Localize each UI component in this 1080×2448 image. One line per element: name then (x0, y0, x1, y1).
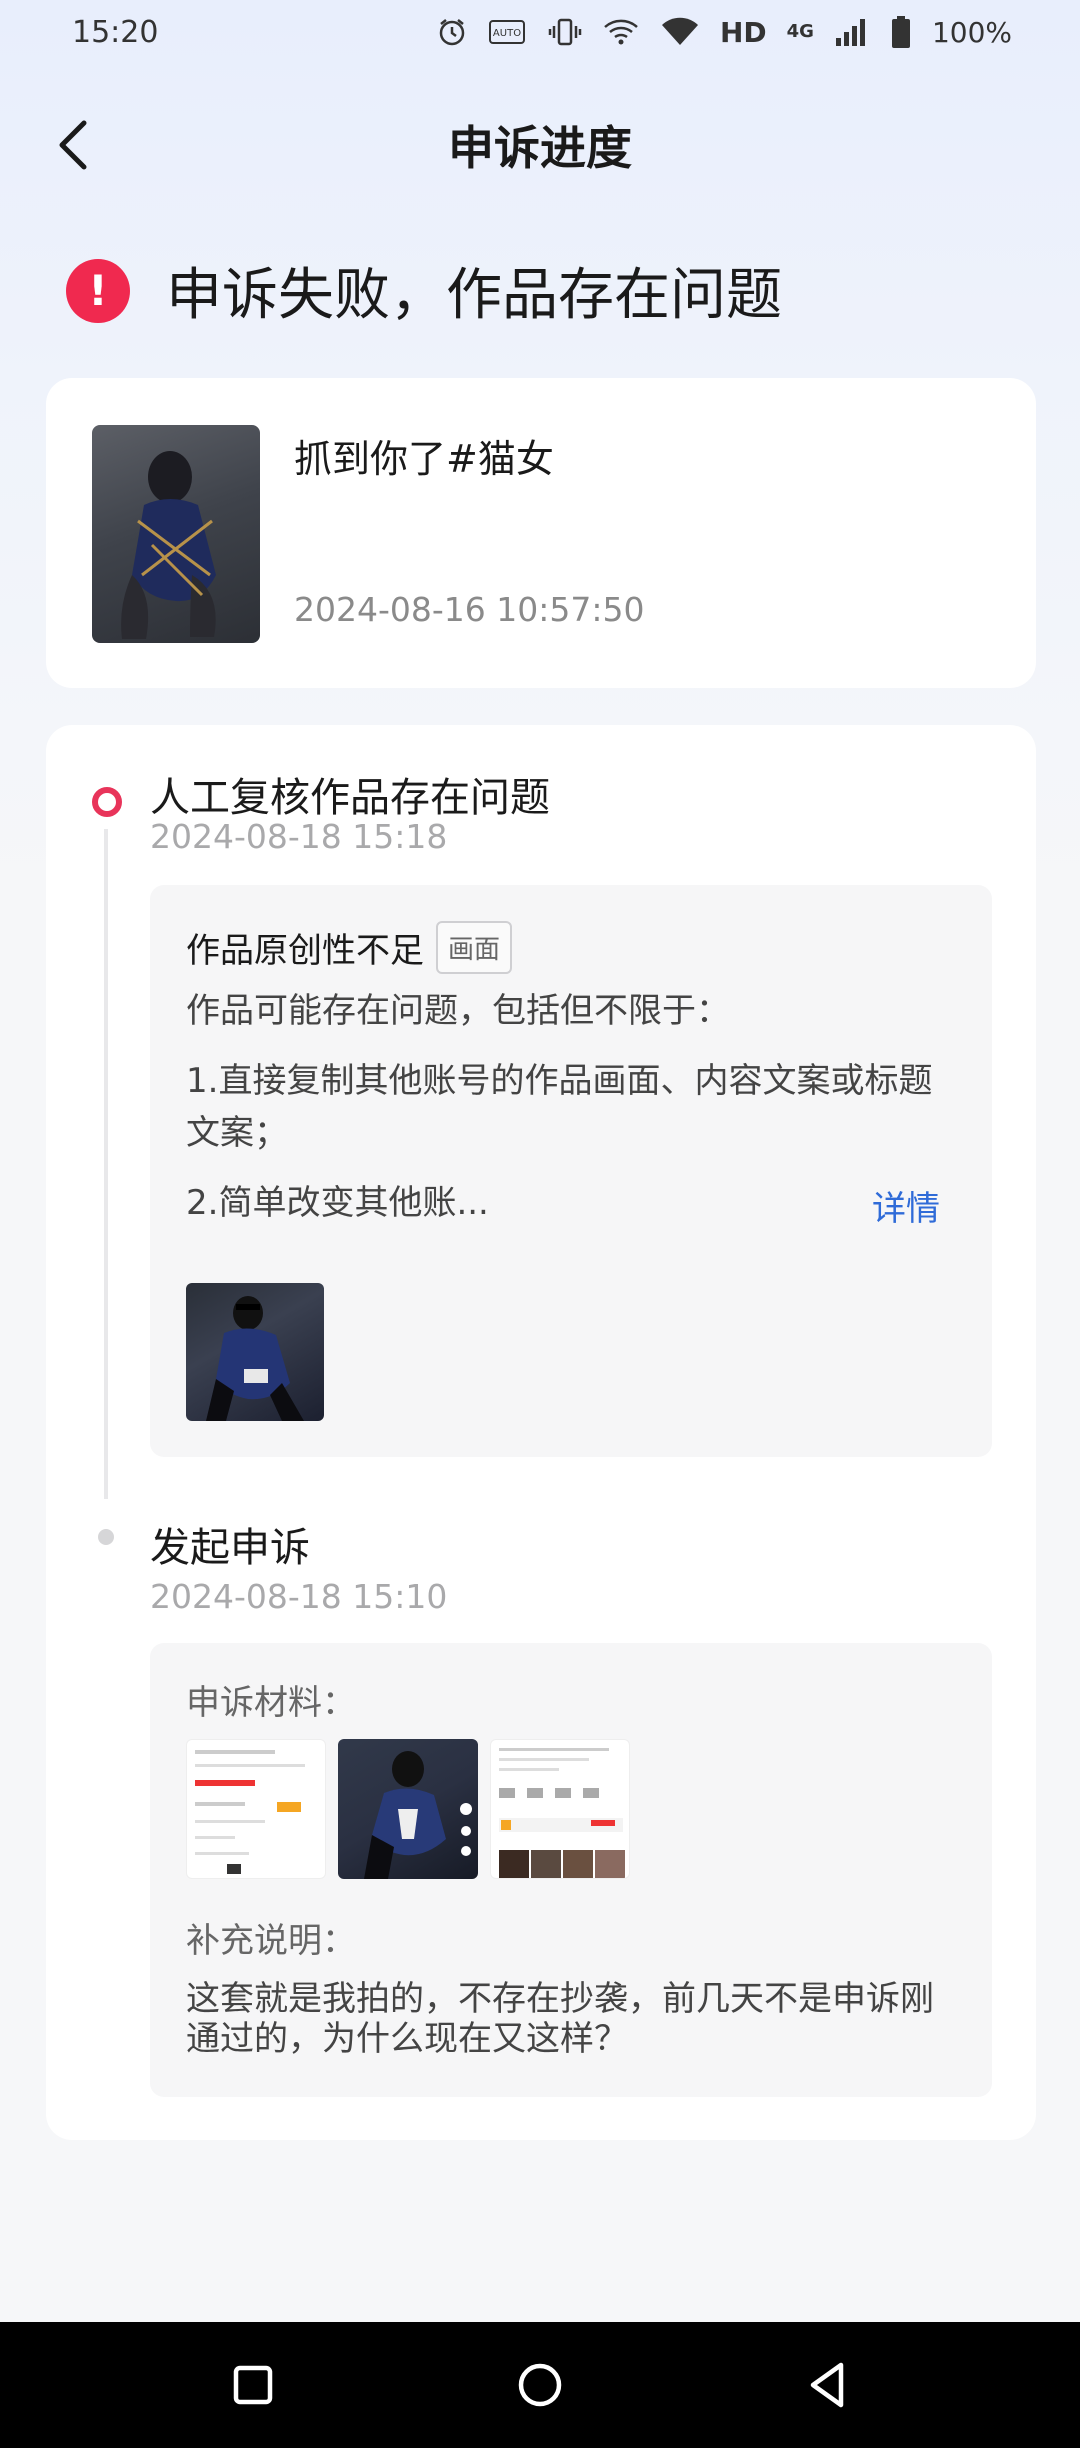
reason-intro: 作品可能存在问题，包括但不限于： (186, 991, 730, 1031)
timeline-card: 人工复核作品存在问题 2024-08-18 15:18 作品原创性不足 画面 作… (46, 725, 1036, 2140)
home-button[interactable] (500, 2345, 580, 2425)
appeal-material-image-1[interactable] (186, 1739, 326, 1879)
signal-icon (834, 16, 870, 48)
timeline-dot-active (92, 787, 122, 817)
reason-tag: 画面 (436, 921, 513, 974)
timeline-dot-inactive (98, 1529, 114, 1545)
appeal-materials (186, 1739, 630, 1879)
result-title: 申诉失败，作品存在问题 (166, 263, 782, 328)
appeal-step-title: 发起申诉 (150, 1525, 310, 1571)
circle-icon (518, 2363, 562, 2407)
back-nav-button[interactable] (787, 2345, 867, 2425)
network-label: 4G (786, 21, 814, 42)
appeal-note-label: 补充说明： (186, 1921, 356, 1961)
work-thumbnail[interactable] (92, 425, 260, 643)
battery-percent: 100% (931, 15, 1012, 49)
reason-title-row: 作品原创性不足 画面 (186, 921, 513, 974)
review-step-date: 2024-08-18 15:18 (150, 817, 448, 856)
appeal-progress-page: 15:20 AUTO HD 4G 100% 申诉进度 ! 申诉失败，作品存在问题… (0, 0, 1080, 2448)
recent-apps-button[interactable] (213, 2345, 293, 2425)
status-bar: 15:20 AUTO HD 4G 100% (0, 0, 1080, 64)
work-date: 2024-08-16 10:57:50 (294, 590, 645, 629)
result-header: ! 申诉失败，作品存在问题 (66, 250, 782, 331)
appeal-material-image-2[interactable] (338, 1739, 478, 1879)
status-icons: AUTO HD 4G 100% (436, 15, 1012, 49)
wifi-icon (660, 15, 700, 49)
appeal-materials-label: 申诉材料： (186, 1683, 356, 1723)
system-navigation-bar (0, 2322, 1080, 2448)
reason-item-2: 2.简单改变其他账... (186, 1183, 489, 1223)
back-button[interactable] (44, 115, 104, 175)
auto-brightness-icon: AUTO (488, 16, 528, 48)
reason-title: 作品原创性不足 (186, 931, 424, 971)
appeal-box: 申诉材料： 补充说明： 这套就是我拍的，不存在抄袭，前几天不是申诉刚通过的，为什… (150, 1643, 992, 2097)
auto-label: AUTO (493, 28, 521, 39)
hd-label: HD (719, 15, 767, 49)
wifi-call-icon (602, 16, 640, 48)
appeal-step-date: 2024-08-18 15:10 (150, 1577, 448, 1616)
vibrate-icon (548, 16, 582, 48)
reason-box: 作品原创性不足 画面 作品可能存在问题，包括但不限于： 1.直接复制其他账号的作… (150, 885, 992, 1457)
work-title: 抓到你了#猫女 (294, 437, 554, 481)
square-icon (234, 2365, 273, 2405)
review-step-title: 人工复核作品存在问题 (150, 775, 550, 821)
reason-reference-image[interactable] (186, 1283, 324, 1421)
nav-bar: 申诉进度 (0, 90, 1080, 200)
work-card[interactable]: 抓到你了#猫女 2024-08-16 10:57:50 (46, 378, 1036, 688)
timeline-line (104, 829, 108, 1499)
4g-icon: 4G (787, 23, 814, 41)
detail-link[interactable]: 详情 (872, 1181, 940, 1230)
battery-icon (890, 15, 912, 49)
status-time: 15:20 (72, 14, 159, 50)
triangle-back-icon (810, 2362, 843, 2408)
appeal-material-image-3[interactable] (490, 1739, 630, 1879)
error-icon: ! (66, 258, 130, 323)
page-title: 申诉进度 (448, 121, 632, 175)
back-arrow-icon (59, 120, 87, 170)
alarm-icon (436, 16, 468, 48)
reason-item-1: 1.直接复制其他账号的作品画面、内容文案或标题文案； (186, 1061, 933, 1153)
appeal-note-text: 这套就是我拍的，不存在抄袭，前几天不是申诉刚通过的，为什么现在又这样？ (186, 1979, 934, 2059)
